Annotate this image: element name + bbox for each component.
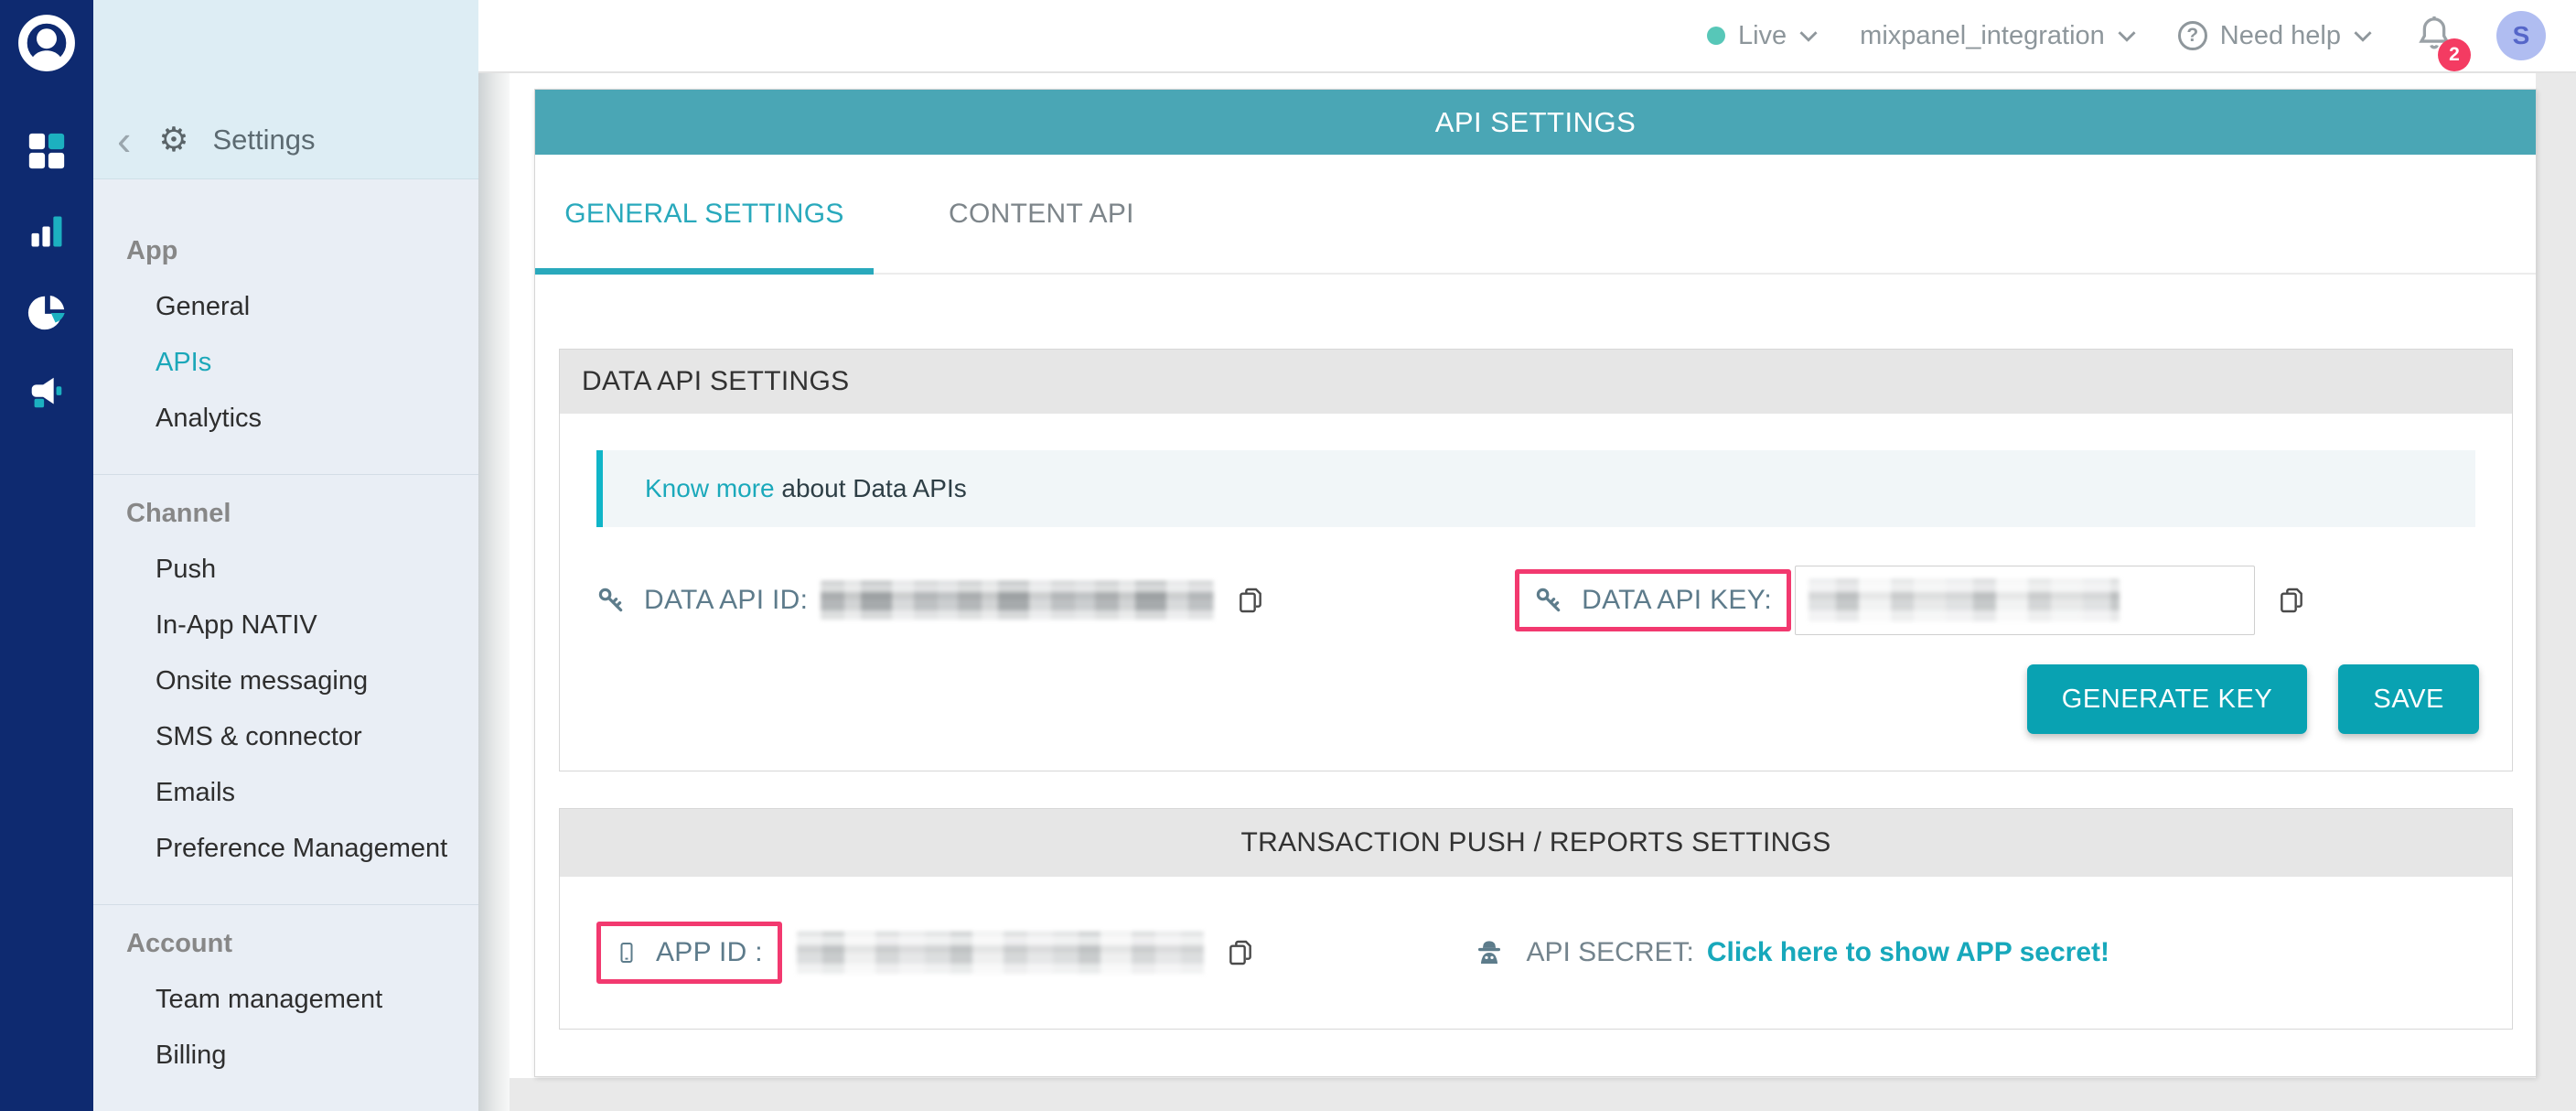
- sidebar-item-preference-management[interactable]: Preference Management: [93, 821, 478, 877]
- copy-icon: [1226, 938, 1255, 967]
- api-credentials-row: DATA API ID:: [560, 564, 2512, 637]
- sidebar-item-emails[interactable]: Emails: [93, 765, 478, 821]
- sidebar-item-inapp-nativ[interactable]: In-App NATIV: [93, 598, 478, 653]
- data-api-settings-header: DATA API SETTINGS: [560, 350, 2512, 414]
- tab-bar: GENERAL SETTINGS CONTENT API: [535, 155, 2536, 275]
- bar-chart-icon: [27, 211, 67, 252]
- chevron-down-icon: [1799, 30, 1818, 42]
- sidebar-header: ‹ ⚙ Settings: [93, 0, 478, 179]
- section-label: App: [93, 236, 478, 266]
- know-more-link[interactable]: Know more: [645, 474, 775, 502]
- page-title: API SETTINGS: [535, 90, 2536, 155]
- rail-menu: [26, 130, 68, 414]
- show-app-secret-link[interactable]: Click here to show APP secret!: [1707, 937, 2109, 968]
- project-name: mixpanel_integration: [1860, 21, 2105, 51]
- app-id-value-redacted: [797, 932, 1204, 974]
- sidebar-item-team-management[interactable]: Team management: [93, 972, 478, 1028]
- save-button[interactable]: SAVE: [2338, 664, 2479, 734]
- key-icon: [596, 586, 626, 615]
- sidebar-item-billing[interactable]: Billing: [93, 1028, 478, 1084]
- environment-label: Live: [1738, 21, 1787, 51]
- copy-app-id-button[interactable]: [1226, 938, 1255, 967]
- copy-icon: [2277, 586, 2306, 615]
- dashboard-grid-icon: [26, 130, 68, 172]
- nav-rail: [0, 0, 93, 1111]
- tab-content-api[interactable]: CONTENT API: [949, 199, 1134, 230]
- key-icon: [1534, 586, 1563, 615]
- user-avatar[interactable]: S: [2496, 11, 2546, 60]
- sidebar-scroll-strip[interactable]: [478, 73, 510, 1111]
- rail-item-segments[interactable]: [26, 291, 68, 333]
- app-root: ‹ ⚙ Settings App General APIs Analytics …: [0, 0, 2576, 1111]
- sidebar-section-account: Account Team management Billing: [93, 904, 478, 1111]
- netcore-logo-icon: [16, 13, 77, 73]
- main-body: API SETTINGS GENERAL SETTINGS CONTENT AP…: [478, 73, 2576, 1111]
- brand-logo[interactable]: [16, 13, 77, 73]
- app-id-highlight-box: APP ID :: [596, 922, 782, 984]
- spy-secret-icon: [1473, 936, 1506, 969]
- sidebar-item-general[interactable]: General: [93, 279, 478, 335]
- rail-item-analytics[interactable]: [26, 210, 68, 253]
- copy-icon: [1236, 586, 1265, 615]
- megaphone-icon: [26, 372, 68, 414]
- sidebar-section-channel: Channel Push In-App NATIV Onsite messagi…: [93, 474, 478, 904]
- project-selector[interactable]: mixpanel_integration: [1860, 21, 2136, 51]
- rail-item-dashboard[interactable]: [26, 130, 68, 172]
- notification-badge: 2: [2438, 38, 2471, 71]
- sidebar-section-app: App General APIs Analytics: [93, 212, 478, 474]
- data-api-key-label: DATA API KEY:: [1582, 585, 1772, 616]
- api-settings-card: API SETTINGS GENERAL SETTINGS CONTENT AP…: [534, 89, 2537, 1077]
- sidebar-menu: App General APIs Analytics Channel Push …: [93, 179, 478, 1111]
- chevron-down-icon: [2118, 30, 2136, 42]
- live-status-dot: [1707, 27, 1725, 45]
- data-api-actions: GENERATE KEY SAVE: [560, 664, 2512, 734]
- tab-general-settings[interactable]: GENERAL SETTINGS: [535, 199, 874, 230]
- sidebar-item-analytics[interactable]: Analytics: [93, 391, 478, 447]
- section-label: Account: [93, 929, 478, 959]
- data-api-key-value-redacted: [1809, 579, 2120, 621]
- sidebar-item-push[interactable]: Push: [93, 542, 478, 598]
- app-id-label: APP ID :: [656, 937, 763, 968]
- data-api-id-value-redacted: [821, 581, 1214, 620]
- transaction-push-header: TRANSACTION PUSH / REPORTS SETTINGS: [560, 809, 2512, 877]
- sidebar-item-onsite-messaging[interactable]: Onsite messaging: [93, 653, 478, 709]
- sidebar-title: Settings: [213, 124, 316, 156]
- sidebar-item-apis[interactable]: APIs: [93, 335, 478, 391]
- api-secret-label: API SECRET:: [1526, 937, 1693, 968]
- know-more-text: about Data APIs: [781, 474, 966, 502]
- data-api-key-input[interactable]: [1795, 566, 2255, 635]
- mobile-phone-icon: [616, 938, 638, 967]
- help-label: Need help: [2220, 21, 2341, 51]
- generate-key-button[interactable]: GENERATE KEY: [2027, 664, 2308, 734]
- data-api-key-group: DATA API KEY:: [1515, 566, 2306, 635]
- section-label: Channel: [93, 499, 478, 529]
- api-secret-group: API SECRET: Click here to show APP secre…: [1473, 936, 2109, 969]
- environment-selector[interactable]: Live: [1707, 21, 1818, 51]
- know-more-banner: Know more about Data APIs: [596, 450, 2475, 527]
- sidebar-item-sms-connector[interactable]: SMS & connector: [93, 709, 478, 765]
- question-circle-icon: ?: [2178, 21, 2207, 50]
- rail-item-campaigns[interactable]: [26, 372, 68, 414]
- transaction-push-section: TRANSACTION PUSH / REPORTS SETTINGS APP …: [559, 808, 2513, 1030]
- settings-sidebar: ‹ ⚙ Settings App General APIs Analytics …: [93, 0, 478, 1111]
- gear-icon: ⚙: [158, 124, 188, 156]
- data-api-key-highlight-box: DATA API KEY:: [1515, 569, 1791, 631]
- copy-data-api-key-button[interactable]: [2277, 586, 2306, 615]
- data-api-settings-section: DATA API SETTINGS Know more about Data A…: [559, 349, 2513, 771]
- back-chevron-icon[interactable]: ‹: [113, 126, 134, 154]
- help-menu[interactable]: ? Need help: [2178, 21, 2372, 51]
- notifications-button[interactable]: 2: [2414, 14, 2454, 59]
- chevron-down-icon: [2354, 30, 2372, 42]
- main-area: Live mixpanel_integration ? Need help: [478, 0, 2576, 1111]
- copy-data-api-id-button[interactable]: [1236, 586, 1265, 615]
- data-api-id-label: DATA API ID:: [644, 585, 808, 616]
- pie-chart-icon: [26, 291, 68, 333]
- transaction-credentials-row: APP ID :: [560, 877, 2512, 1029]
- topbar: Live mixpanel_integration ? Need help: [478, 0, 2576, 73]
